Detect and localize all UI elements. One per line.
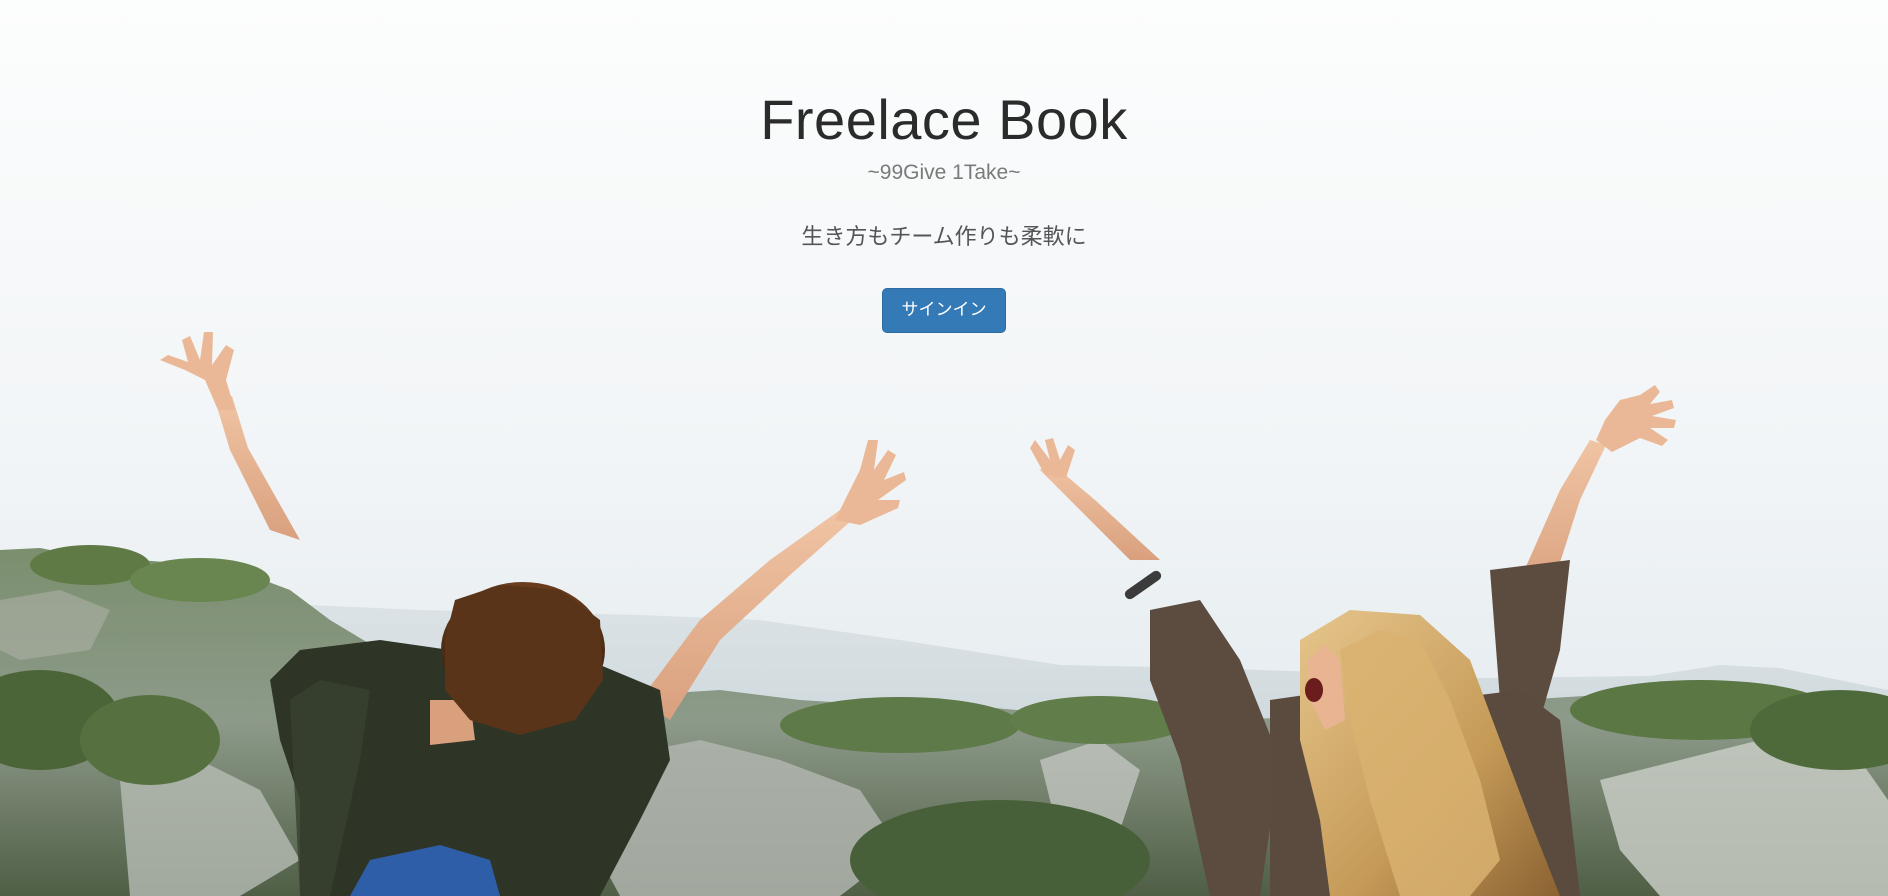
- page-title: Freelace Book: [760, 88, 1128, 151]
- page-tagline: 生き方もチーム作りも柔軟に: [801, 225, 1087, 250]
- signin-button[interactable]: サインイン: [882, 288, 1006, 333]
- page-subtitle: ~99Give 1Take~: [867, 161, 1021, 184]
- hero-section: Freelace Book ~99Give 1Take~ 生き方もチーム作りも柔…: [0, 0, 1888, 896]
